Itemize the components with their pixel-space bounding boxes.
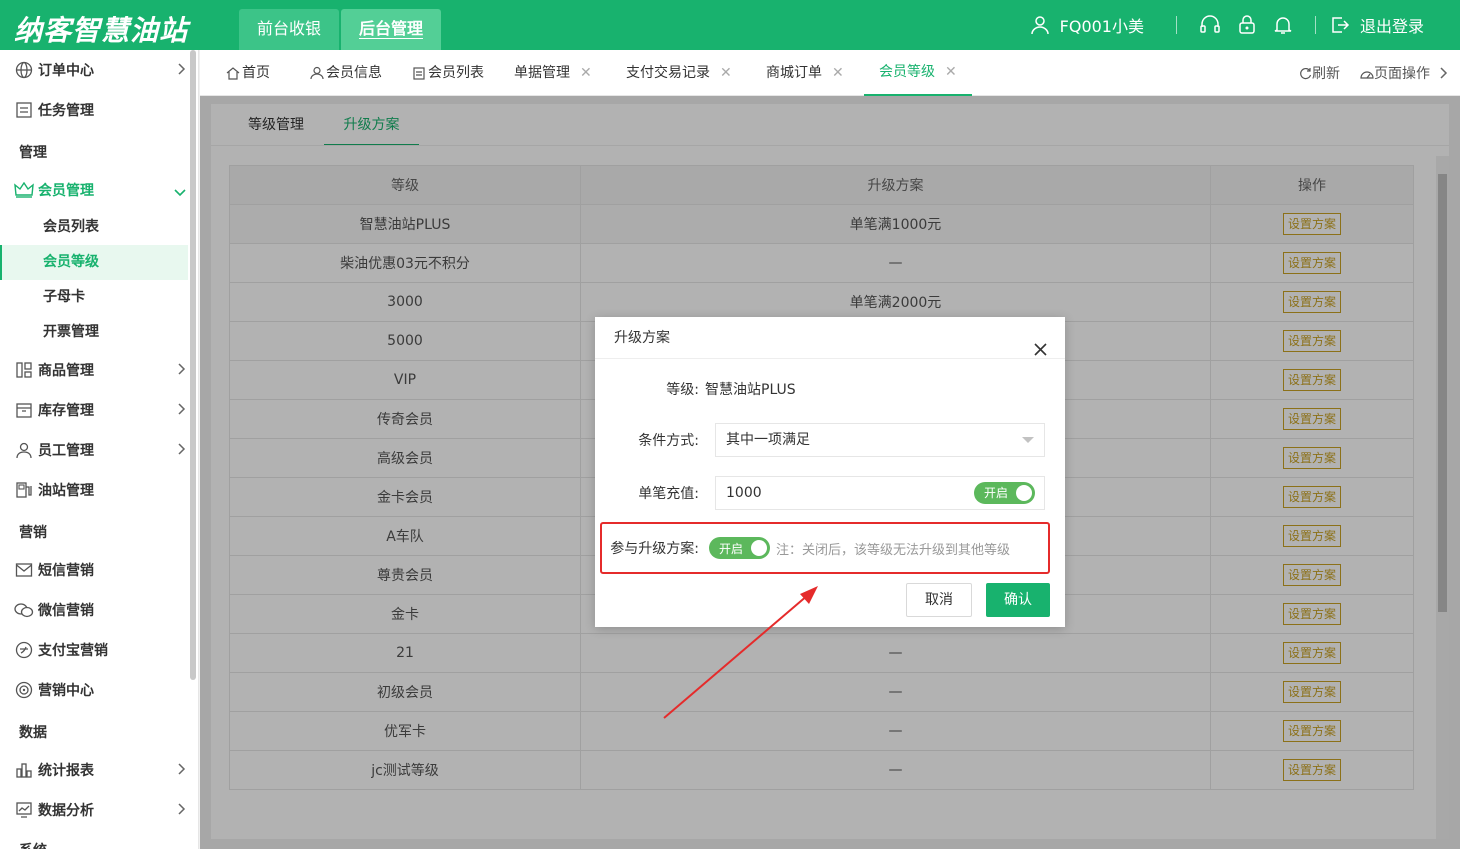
tab-payment-records[interactable]: 支付交易记录 ✕ xyxy=(626,50,732,96)
tab-member-level[interactable]: 会员等级 ✕ xyxy=(864,50,972,96)
sidebar-group-manage: 管理 xyxy=(19,145,47,161)
logout-icon xyxy=(1332,17,1350,33)
close-icon[interactable]: ✕ xyxy=(580,50,592,96)
dialog-title: 升级方案 xyxy=(614,330,670,346)
level-value: 智慧油站PLUS xyxy=(705,382,796,398)
sidebar: 订单中心 任务管理 管理 会员管理 会员列表 会员等级 子母卡 开票管理 商品管… xyxy=(0,50,199,849)
tab-documents[interactable]: 单据管理 ✕ xyxy=(514,50,592,96)
tab-member-list[interactable]: 会员列表 xyxy=(412,50,484,96)
analysis-icon xyxy=(12,801,36,819)
condition-label: 条件方式: xyxy=(638,433,699,449)
divider xyxy=(1314,16,1316,34)
sidebar-item-alipay[interactable]: 支付宝营销 xyxy=(0,630,190,670)
refresh-button[interactable]: 刷新 xyxy=(1299,63,1340,83)
tab-member-info[interactable]: 会员信息 xyxy=(310,50,382,96)
target-icon xyxy=(12,681,36,699)
globe-icon xyxy=(12,61,36,79)
sidebar-item-goods[interactable]: 商品管理 xyxy=(0,350,190,390)
chevron-right-icon[interactable] xyxy=(1440,67,1448,79)
logout-label: 退出登录 xyxy=(1359,17,1424,36)
sidebar-item-sms[interactable]: 短信营销 xyxy=(0,550,190,590)
logout-button[interactable]: 退出登录 xyxy=(1330,13,1424,37)
user-menu[interactable]: FQ001小美 xyxy=(1030,13,1144,37)
brand-logo: 纳客智慧油站 xyxy=(14,14,189,47)
home-icon xyxy=(226,67,240,80)
dialog-header: 升级方案 xyxy=(595,317,1065,359)
sidebar-sub-invoice[interactable]: 开票管理 xyxy=(0,315,188,350)
alipay-icon xyxy=(12,641,36,659)
chevron-right-icon xyxy=(178,403,186,419)
sidebar-item-station[interactable]: 油站管理 xyxy=(0,470,190,510)
user-icon xyxy=(12,441,36,459)
chevron-right-icon xyxy=(178,803,186,819)
cancel-button[interactable]: 取消 xyxy=(906,583,972,617)
chart-icon xyxy=(12,761,36,779)
sidebar-sub-member-list[interactable]: 会员列表 xyxy=(0,210,188,245)
chevron-right-icon xyxy=(178,363,186,379)
chevron-right-icon xyxy=(178,63,186,79)
sidebar-scrollbar[interactable] xyxy=(190,50,196,680)
user-icon xyxy=(1030,16,1049,35)
condition-select[interactable]: 其中一项满足 xyxy=(715,423,1045,457)
sidebar-group-system: 系统 xyxy=(19,840,47,849)
recharge-input[interactable]: 1000 开启 xyxy=(715,476,1045,510)
level-label: 等级: xyxy=(666,382,699,398)
highlight-box xyxy=(600,522,1050,574)
sidebar-item-wechat[interactable]: 微信营销 xyxy=(0,590,190,630)
sidebar-item-reports[interactable]: 统计报表 xyxy=(0,750,190,790)
tab-strip: 首页 会员信息 会员列表 单据管理 ✕ 支付交易记录 ✕ 商城订单 ✕ 会员等级 ✕ 刷… xyxy=(200,50,1460,96)
caret-down-icon xyxy=(1022,437,1034,443)
close-icon[interactable]: ✕ xyxy=(945,49,957,95)
sidebar-item-analysis[interactable]: 数据分析 xyxy=(0,790,190,830)
user-icon xyxy=(310,66,324,80)
sidebar-item-inventory[interactable]: 库存管理 xyxy=(0,390,190,430)
gauge-icon xyxy=(1360,70,1374,79)
upgrade-plan-dialog: 升级方案 等级: 智慧油站PLUS 条件方式: 其中一项满足 单笔充值: 100… xyxy=(595,317,1065,627)
mail-icon xyxy=(12,562,36,578)
sidebar-item-orders[interactable]: 订单中心 xyxy=(0,50,190,90)
page-ops-button[interactable]: 页面操作 xyxy=(1360,63,1430,83)
sidebar-item-tasks[interactable]: 任务管理 xyxy=(0,90,190,130)
sidebar-sub-member-level[interactable]: 会员等级 xyxy=(0,245,188,280)
headset-icon[interactable] xyxy=(1199,15,1221,35)
close-icon[interactable]: ✕ xyxy=(832,50,844,96)
clipboard-icon xyxy=(413,67,425,80)
close-icon[interactable]: ✕ xyxy=(720,50,732,96)
confirm-button[interactable]: 确认 xyxy=(986,583,1050,617)
sidebar-item-staff[interactable]: 员工管理 xyxy=(0,430,190,470)
tab-home[interactable]: 首页 xyxy=(226,50,270,96)
wechat-icon xyxy=(12,602,36,618)
tab-front-cashier[interactable]: 前台收银 xyxy=(239,9,339,50)
chevron-down-icon xyxy=(174,185,186,201)
task-icon xyxy=(12,101,36,119)
sidebar-item-marketing-center[interactable]: 营销中心 xyxy=(0,670,190,710)
recharge-label: 单笔充值: xyxy=(638,486,699,502)
lock-icon[interactable] xyxy=(1237,15,1257,35)
sidebar-group-data: 数据 xyxy=(19,725,47,741)
user-name: FQ001小美 xyxy=(1059,17,1144,36)
goods-icon xyxy=(12,361,36,379)
top-bar: 纳客智慧油站 前台收银 后台管理 FQ001小美 退出登录 xyxy=(0,0,1460,50)
refresh-icon xyxy=(1300,67,1312,79)
sidebar-group-marketing: 营销 xyxy=(19,525,47,541)
divider xyxy=(1175,16,1177,34)
fuel-icon xyxy=(12,481,36,499)
sidebar-item-members[interactable]: 会员管理 xyxy=(0,170,190,210)
tab-back-office[interactable]: 后台管理 xyxy=(341,9,441,50)
recharge-toggle[interactable]: 开启 xyxy=(973,482,1035,504)
close-icon[interactable] xyxy=(1034,331,1047,373)
crown-icon xyxy=(12,182,36,198)
inventory-icon xyxy=(12,401,36,419)
chevron-right-icon xyxy=(178,763,186,779)
tab-mall-orders[interactable]: 商城订单 ✕ xyxy=(766,50,844,96)
chevron-right-icon xyxy=(178,443,186,459)
sidebar-sub-child-card[interactable]: 子母卡 xyxy=(0,280,188,315)
bell-icon[interactable] xyxy=(1273,15,1293,35)
